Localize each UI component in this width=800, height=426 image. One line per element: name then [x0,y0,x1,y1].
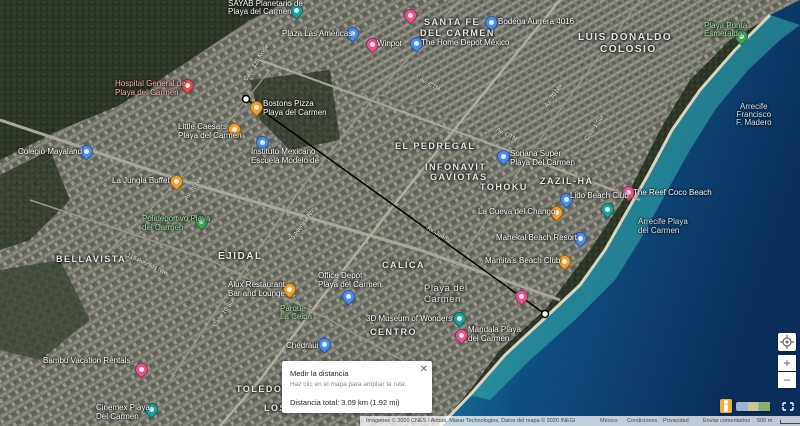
terrain-thumbnail-icon [759,402,770,411]
layer-thumbnail-button[interactable] [736,402,770,411]
measure-start-marker [241,94,251,104]
measure-end-marker [540,309,550,319]
zoom-in-button[interactable]: + [778,355,796,371]
scale-label: 500 m [757,418,773,424]
pegman-icon [724,400,728,412]
measure-hint: Haz clic en el mapa para ampliar la ruta… [290,381,407,388]
map-thumbnail-icon [748,402,758,411]
measure-title: Medir la distancia [290,369,349,378]
zoom-out-button[interactable]: − [778,372,796,388]
measure-distance-panel: Medir la distancia Haz clic en el mapa p… [282,361,432,413]
privacy-link[interactable]: Privacidad [663,418,689,424]
country-link[interactable]: México [600,418,617,424]
feedback-link[interactable]: Enviar comentarios [703,418,750,424]
expand-button[interactable] [780,400,796,413]
close-icon[interactable]: ✕ [420,364,428,375]
crosshair-icon [780,335,794,349]
location-button[interactable] [778,333,796,351]
terms-link[interactable]: Condiciones [627,418,657,424]
pegman-button[interactable] [720,399,732,413]
expand-icon [782,402,794,411]
scale-bar [780,420,800,424]
imagery-credit: Imágenes © 2020 CNES / Airbus, Maxar Tec… [366,418,576,424]
attribution-bar: Imágenes © 2020 CNES / Airbus, Maxar Tec… [360,416,800,426]
measure-distance: Distancia total: 3.09 km (1.92 mi) [290,398,400,407]
